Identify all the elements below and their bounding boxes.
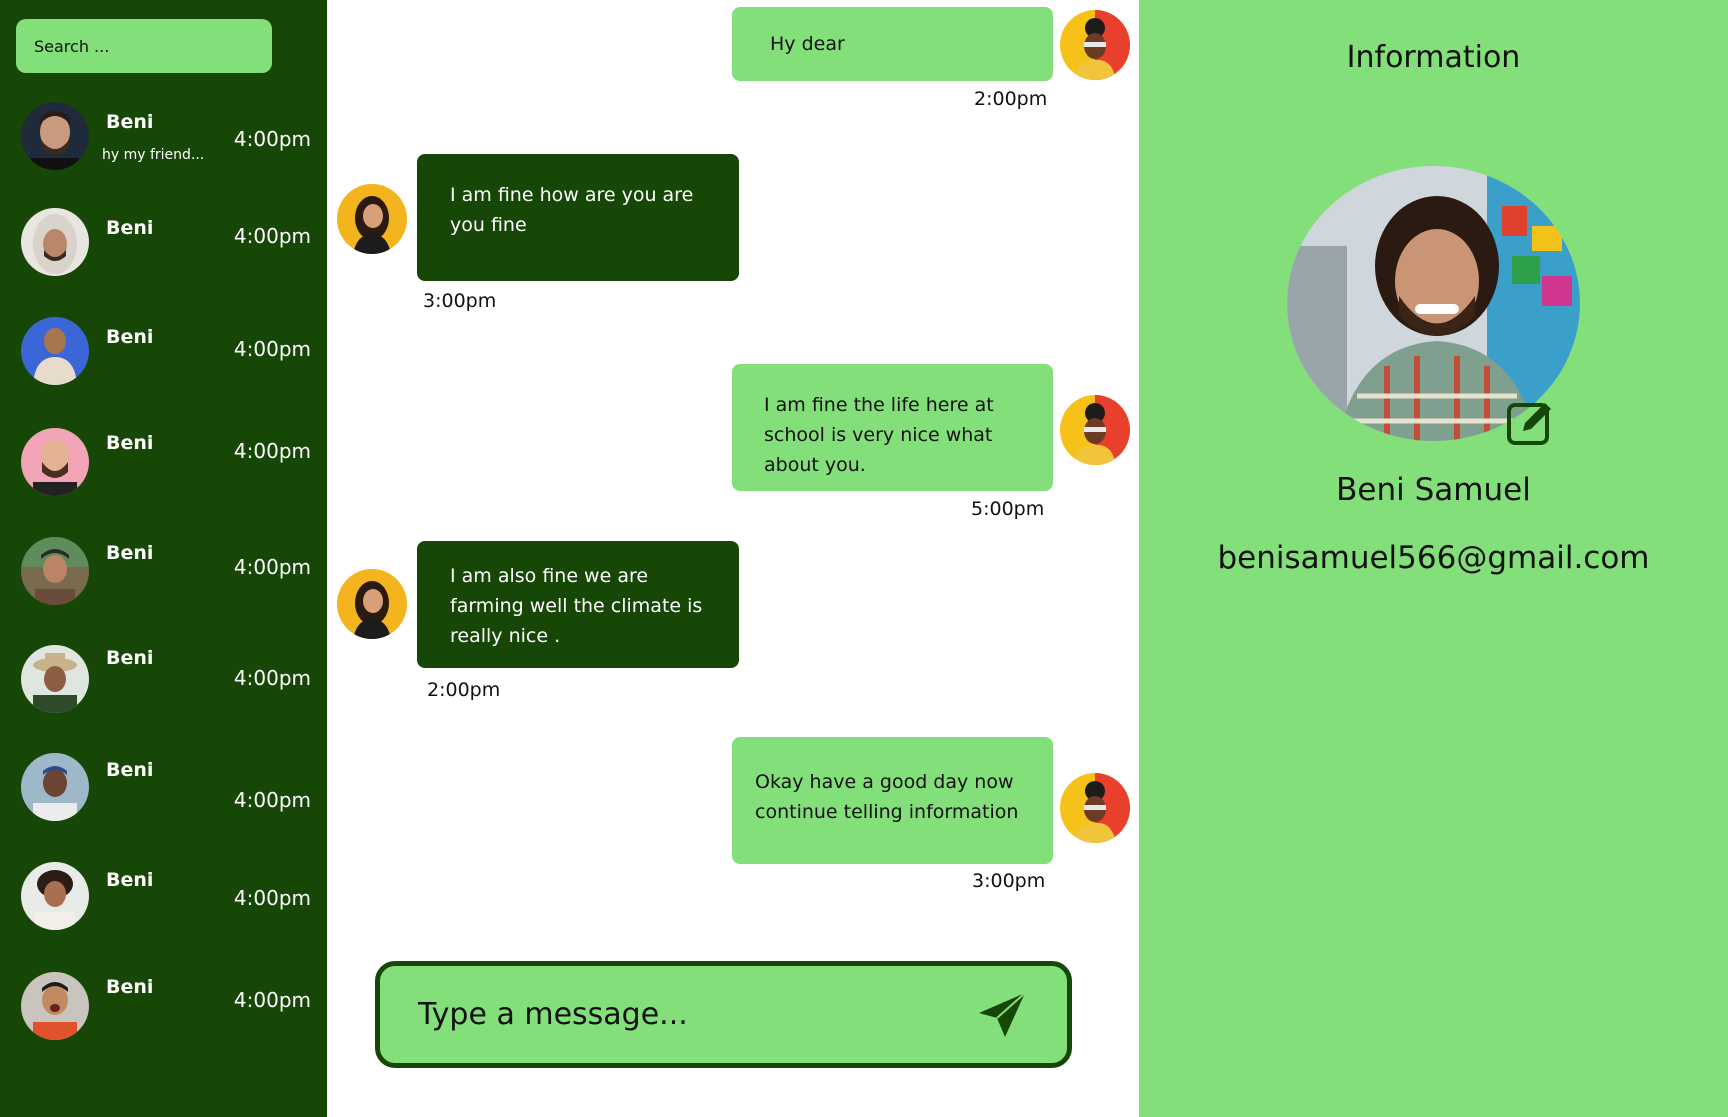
contact-avatar [21, 862, 89, 930]
contact-avatar [21, 753, 89, 821]
contact-item[interactable]: Beni 4:00pm [0, 962, 327, 1052]
send-icon [979, 991, 1026, 1037]
contact-name: Beni [106, 759, 154, 781]
contact-time: 4:00pm [233, 337, 311, 361]
message-text: I am fine how are you are you fine [450, 184, 694, 236]
incoming-message-bubble: I am also fine we are farming well the c… [417, 541, 739, 668]
contact-avatar [21, 972, 89, 1040]
message-text: I am also fine we are farming well the c… [450, 565, 703, 647]
search-input[interactable] [34, 36, 272, 56]
contact-item[interactable]: Beni 4:00pm [0, 530, 327, 620]
edit-profile-button[interactable] [1505, 397, 1555, 447]
sender-avatar [1060, 10, 1130, 80]
contact-name: Beni [106, 432, 154, 454]
outgoing-message-bubble: I am fine the life here at school is ver… [732, 364, 1053, 491]
info-title: Information [1346, 40, 1521, 75]
message-time: 2:00pm [974, 88, 1048, 110]
incoming-message-bubble: I am fine how are you are you fine [417, 154, 739, 281]
chat-area: Hy dear 2:00pm I am fine how are you are… [327, 0, 1139, 1117]
contact-item[interactable]: Beni 4:00pm [0, 855, 327, 945]
contact-avatar [21, 645, 89, 713]
contact-avatar [21, 102, 89, 170]
profile-email: benisamuel566@gmail.com [1217, 540, 1650, 576]
edit-icon [1507, 403, 1551, 445]
contact-item[interactable]: Beni 4:00pm [0, 310, 327, 400]
contact-preview: hy my friend... [102, 147, 205, 163]
contact-name: Beni [106, 326, 154, 348]
info-panel: Information Beni Samuel benisamuel566@gm… [1139, 0, 1728, 1117]
contact-item[interactable]: Beni hy my friend... 4:00pm [0, 95, 327, 185]
sender-avatar [1060, 773, 1130, 843]
outgoing-message-bubble: Hy dear [732, 7, 1053, 81]
contact-time: 4:00pm [233, 439, 311, 463]
contact-avatar [21, 208, 89, 276]
receiver-avatar [337, 184, 407, 254]
contact-avatar [21, 428, 89, 496]
contacts-sidebar: Beni hy my friend... 4:00pm Beni 4:00pm … [0, 0, 327, 1117]
search-box[interactable] [16, 19, 272, 73]
receiver-avatar [337, 569, 407, 639]
contact-time: 4:00pm [233, 555, 311, 579]
contact-item[interactable]: Beni 4:00pm [0, 418, 327, 508]
contact-name: Beni [106, 542, 154, 564]
message-time: 3:00pm [972, 870, 1046, 892]
contact-name: Beni [106, 217, 154, 239]
outgoing-message-bubble: Okay have a good day now continue tellin… [732, 737, 1053, 864]
message-text: I am fine the life here at school is ver… [764, 394, 994, 476]
contact-name: Beni [106, 647, 154, 669]
contact-avatar [21, 537, 89, 605]
contact-name: Beni [106, 111, 154, 133]
contact-name: Beni [106, 976, 154, 998]
message-time: 2:00pm [427, 679, 501, 701]
message-text: Hy dear [770, 33, 845, 55]
send-button[interactable] [977, 990, 1027, 1040]
contact-time: 4:00pm [233, 666, 311, 690]
profile-name: Beni Samuel [1336, 472, 1531, 508]
contact-time: 4:00pm [233, 788, 311, 812]
contact-time: 4:00pm [233, 127, 311, 151]
contact-time: 4:00pm [233, 224, 311, 248]
contact-item[interactable]: Beni 4:00pm [0, 200, 327, 290]
contact-item[interactable]: Beni 4:00pm [0, 745, 327, 835]
message-text: Okay have a good day now continue tellin… [755, 771, 1019, 823]
message-input[interactable] [418, 997, 977, 1032]
sender-avatar [1060, 395, 1130, 465]
message-time: 3:00pm [423, 290, 497, 312]
contact-item[interactable]: Beni 4:00pm [0, 638, 327, 728]
contact-time: 4:00pm [233, 988, 311, 1012]
contact-avatar [21, 317, 89, 385]
contact-name: Beni [106, 869, 154, 891]
message-composer [375, 961, 1072, 1068]
contact-time: 4:00pm [233, 886, 311, 910]
message-time: 5:00pm [971, 498, 1045, 520]
